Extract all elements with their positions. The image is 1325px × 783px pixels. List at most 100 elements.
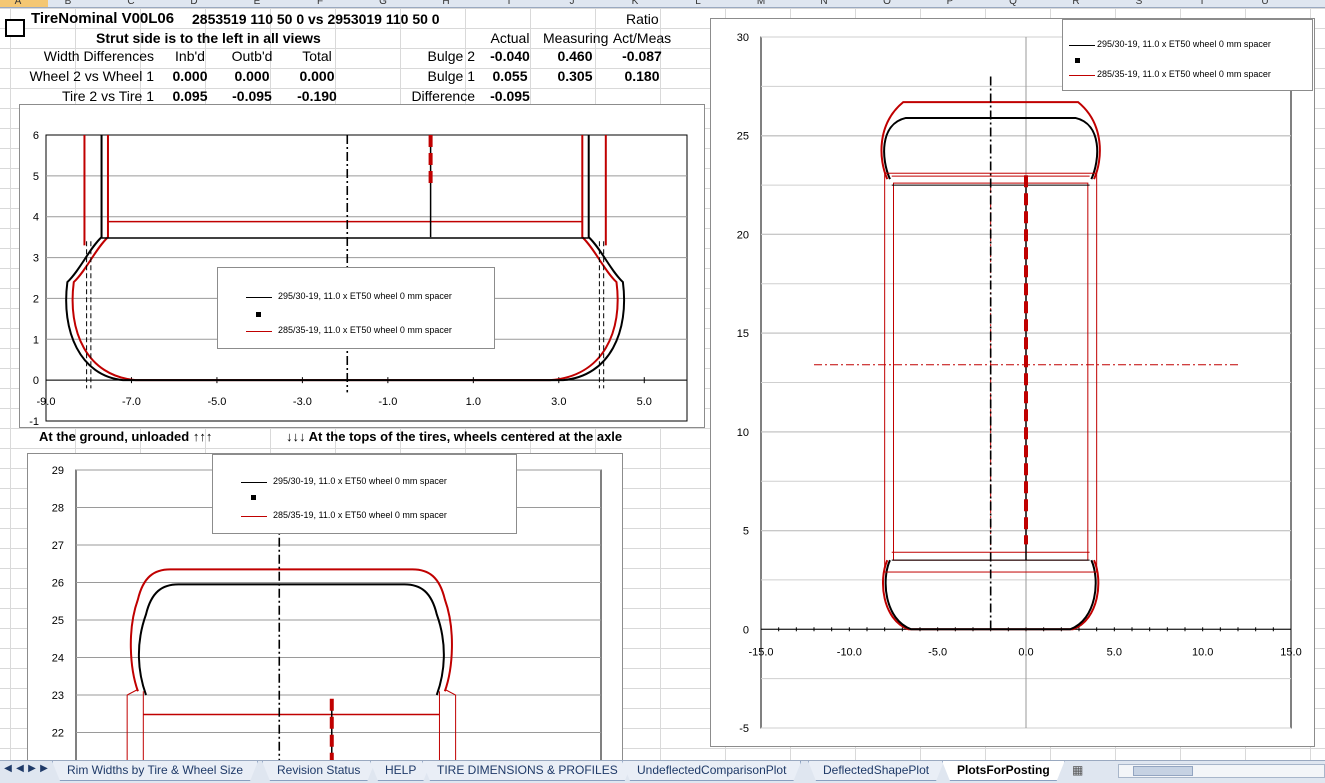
y-tick-label: 10 bbox=[737, 427, 749, 439]
sheet-tab-help[interactable]: HELP bbox=[370, 761, 431, 781]
bulge1-ratio[interactable]: 0.180 bbox=[610, 67, 674, 85]
column-header-R[interactable]: R bbox=[1046, 0, 1106, 7]
last-sheet-icon[interactable]: ▶ bbox=[38, 763, 50, 774]
sheet-tab-deflectedshapeplot[interactable]: DeflectedShapePlot bbox=[808, 761, 944, 781]
y-tick-label: 15 bbox=[737, 328, 749, 340]
chart-legend[interactable]: 295/30-19, 11.0 x ET50 wheel 0 mm spacer… bbox=[212, 454, 517, 534]
column-header-I[interactable]: I bbox=[479, 0, 539, 7]
column-header-M[interactable]: M bbox=[731, 0, 791, 7]
ratio-label[interactable]: Ratio bbox=[626, 10, 659, 28]
x-tick-label: -1.0 bbox=[378, 396, 397, 408]
column-header-Q[interactable]: Q bbox=[983, 0, 1043, 7]
wheel-inbd[interactable]: 0.000 bbox=[160, 67, 220, 85]
column-header-U[interactable]: U bbox=[1235, 0, 1295, 7]
x-tick-label: 0.0 bbox=[1018, 646, 1033, 658]
next-sheet-icon[interactable]: ▶ bbox=[26, 763, 38, 774]
bulge2-ratio[interactable]: -0.087 bbox=[610, 47, 674, 65]
prev-sheet-icon[interactable]: ◀ bbox=[14, 763, 26, 774]
x-tick-label: -15.0 bbox=[748, 646, 773, 658]
column-header-E[interactable]: E bbox=[227, 0, 287, 7]
strut-note[interactable]: Strut side is to the left in all views bbox=[96, 29, 321, 47]
column-header-S[interactable]: S bbox=[1109, 0, 1169, 7]
hdr-outbd[interactable]: Outb'd bbox=[222, 47, 282, 65]
y-tick-label: 27 bbox=[52, 540, 64, 552]
legend-swatch-black bbox=[241, 482, 267, 483]
row-label-wheel[interactable]: Wheel 2 vs Wheel 1 bbox=[0, 67, 155, 85]
sheet-tab-plotsforposting[interactable]: PlotsForPosting bbox=[942, 761, 1065, 781]
y-tick-label: 25 bbox=[52, 615, 64, 627]
y-tick-label: 2 bbox=[33, 293, 39, 305]
hdr-total[interactable]: Total bbox=[286, 47, 348, 65]
chart-ground-view[interactable]: -1 0 1 2 3 4 5 6 -9.0 -7.0 -5.0 -3.0 -1.0 1.0 3.0 5.0 2… bbox=[19, 104, 705, 428]
comparison-label[interactable]: 2853519 110 50 0 vs 2953019 110 50 0 bbox=[192, 10, 440, 28]
column-header-F[interactable]: F bbox=[290, 0, 350, 7]
column-header-J[interactable]: J bbox=[542, 0, 602, 7]
y-tick-label: 24 bbox=[52, 653, 64, 665]
y-tick-label: 6 bbox=[33, 130, 39, 142]
bulge1-measuring[interactable]: 0.305 bbox=[543, 67, 607, 85]
chart-legend[interactable]: 295/30-19, 11.0 x ET50 wheel 0 mm spacer… bbox=[217, 267, 495, 349]
bulge2-actual[interactable]: -0.040 bbox=[480, 47, 540, 65]
caption-ground[interactable]: At the ground, unloaded ↑↑↑ bbox=[39, 428, 212, 446]
column-header-G[interactable]: G bbox=[353, 0, 413, 7]
first-sheet-icon[interactable]: ◀ bbox=[2, 763, 14, 774]
legend-marker bbox=[256, 312, 261, 317]
column-header-K[interactable]: K bbox=[605, 0, 665, 7]
column-header-O[interactable]: O bbox=[857, 0, 917, 7]
row-label-bulge1[interactable]: Bulge 1 bbox=[380, 67, 475, 85]
insert-sheet-icon[interactable]: ▦ bbox=[1072, 763, 1083, 777]
y-tick-label: 1 bbox=[33, 334, 39, 346]
sheet-tab-revision-status[interactable]: Revision Status bbox=[262, 761, 375, 781]
tire-inbd[interactable]: 0.095 bbox=[160, 87, 220, 105]
column-header-P[interactable]: P bbox=[920, 0, 980, 7]
x-tick-label: -3.0 bbox=[293, 396, 312, 408]
x-tick-label: -5.0 bbox=[207, 396, 226, 408]
legend-entry-series1: 295/30-19, 11.0 x ET50 wheel 0 mm spacer bbox=[213, 475, 516, 489]
row-label-difference[interactable]: Difference bbox=[380, 87, 475, 105]
legend-entry-series1: 295/30-19, 11.0 x ET50 wheel 0 mm spacer bbox=[218, 290, 494, 304]
hdr-actual[interactable]: Actual bbox=[480, 29, 540, 47]
column-header-C[interactable]: C bbox=[101, 0, 161, 7]
caption-top[interactable]: ↓↓↓ At the tops of the tires, wheels cen… bbox=[286, 428, 622, 446]
row-label-width-diff[interactable]: Width Differences bbox=[0, 47, 154, 65]
x-tick-label: 5.0 bbox=[637, 396, 652, 408]
selected-cell[interactable] bbox=[5, 19, 25, 37]
column-header-N[interactable]: N bbox=[794, 0, 854, 7]
x-tick-label: -10.0 bbox=[837, 646, 862, 658]
sheet-tab-undeflectedcomparisonplot[interactable]: UndeflectedComparisonPlot bbox=[622, 761, 801, 781]
difference-actual[interactable]: -0.095 bbox=[480, 87, 540, 105]
x-tick-label: -5.0 bbox=[928, 646, 947, 658]
y-tick-label: 26 bbox=[52, 578, 64, 590]
bulge2-measuring[interactable]: 0.460 bbox=[543, 47, 607, 65]
sheet-title[interactable]: TireNominal V00L06 bbox=[31, 10, 174, 28]
wheel-total[interactable]: 0.000 bbox=[286, 67, 348, 85]
worksheet-grid[interactable]: TireNominal V00L06 2853519 110 50 0 vs 2… bbox=[0, 8, 1325, 760]
chart-top-view[interactable]: 212223242526272829 295/30-19, 11.0 x ET5… bbox=[27, 453, 623, 760]
legend-swatch-red bbox=[246, 331, 272, 332]
bulge1-actual[interactable]: 0.055 bbox=[480, 67, 540, 85]
legend-swatch-red bbox=[241, 516, 267, 517]
tire-outbd[interactable]: -0.095 bbox=[222, 87, 282, 105]
legend-swatch-black bbox=[246, 297, 272, 298]
column-header-D[interactable]: D bbox=[164, 0, 224, 7]
horizontal-scrollbar[interactable] bbox=[1118, 764, 1325, 778]
scrollbar-thumb[interactable] bbox=[1133, 766, 1193, 776]
tire-total[interactable]: -0.190 bbox=[286, 87, 348, 105]
y-tick-label: 23 bbox=[52, 690, 64, 702]
column-header-L[interactable]: L bbox=[668, 0, 728, 7]
hdr-measuring[interactable]: Measuring bbox=[543, 29, 608, 47]
column-header-B[interactable]: B bbox=[38, 0, 98, 7]
sheet-tab-rim-widths-by-tire-wheel-size[interactable]: Rim Widths by Tire & Wheel Size bbox=[52, 761, 258, 781]
column-header-T[interactable]: T bbox=[1172, 0, 1232, 7]
hdr-inbd[interactable]: Inb'd bbox=[160, 47, 220, 65]
hdr-act-meas[interactable]: Act/Meas bbox=[610, 29, 674, 47]
column-header-H[interactable]: H bbox=[416, 0, 476, 7]
sheet-tab-tire-dimensions-profiles[interactable]: TIRE DIMENSIONS & PROFILES bbox=[422, 761, 633, 781]
legend-entry-series2: 285/35-19, 11.0 x ET50 wheel 0 mm spacer bbox=[213, 509, 516, 523]
chart-legend[interactable]: 295/30-19, 11.0 x ET50 wheel 0 mm spacer… bbox=[1062, 19, 1313, 91]
wheel-outbd[interactable]: 0.000 bbox=[222, 67, 282, 85]
row-label-tire[interactable]: Tire 2 vs Tire 1 bbox=[0, 87, 154, 105]
chart-side-view[interactable]: -5 0 5 10 15 20 25 30 -15.0 -10.0 -5.0 0.0 5.0 10.0 15… bbox=[710, 18, 1315, 747]
row-label-bulge2[interactable]: Bulge 2 bbox=[380, 47, 475, 65]
legend-marker bbox=[251, 495, 256, 500]
